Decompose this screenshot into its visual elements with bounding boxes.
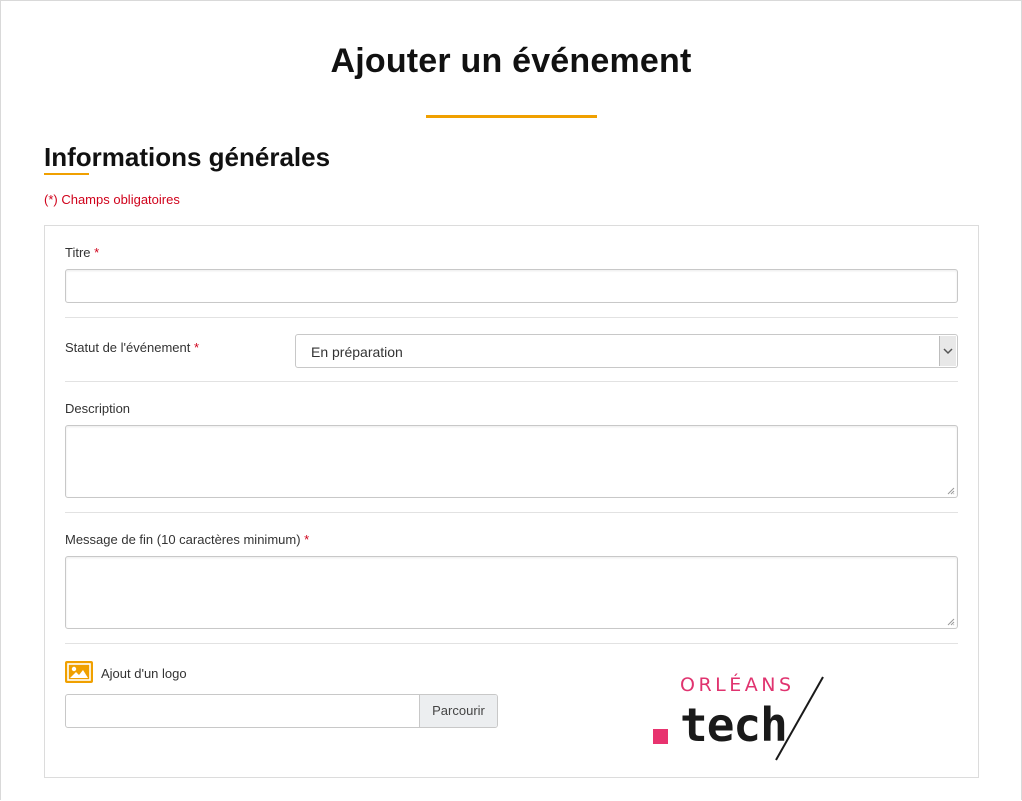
form-panel: Titre * Statut de l'événement * En prépa… — [44, 225, 979, 778]
statut-select[interactable]: En préparation — [295, 334, 958, 368]
browse-button[interactable]: Parcourir — [419, 695, 497, 727]
logo-file-input[interactable]: Parcourir — [65, 694, 498, 728]
message-fin-label: Message de fin (10 caractères minimum) * — [65, 532, 309, 547]
description-label: Description — [65, 401, 131, 416]
description-wrapper — [65, 425, 958, 498]
section-title: Informations générales — [44, 142, 331, 172]
titre-label: Titre * — [65, 245, 99, 260]
description-textarea[interactable] — [65, 425, 958, 498]
titre-label-text: Titre — [65, 245, 91, 260]
message-fin-wrapper — [65, 556, 958, 629]
title-underline — [426, 115, 597, 118]
required-star: * — [304, 532, 310, 547]
page-title: Ajouter un événement — [330, 42, 692, 80]
orleans-tech-logo: ORLÉANS tech — [650, 674, 830, 764]
logo-slash-icon — [775, 676, 824, 761]
statut-label: Statut de l'événement * — [65, 340, 199, 355]
divider — [65, 643, 958, 644]
message-fin-label-text: Message de fin (10 caractères minimum) — [65, 532, 301, 547]
divider — [65, 512, 958, 513]
statut-label-text: Statut de l'événement — [65, 340, 191, 355]
statut-selected-value: En préparation — [311, 344, 403, 360]
message-fin-textarea[interactable] — [65, 556, 958, 629]
required-fields-note: (*) Champs obligatoires — [44, 192, 180, 207]
chevron-down-icon[interactable] — [939, 336, 956, 366]
image-icon — [65, 661, 93, 683]
divider — [65, 317, 958, 318]
resize-grip-icon[interactable] — [947, 618, 955, 626]
section-underline — [44, 173, 89, 175]
divider — [65, 381, 958, 382]
required-star: * — [193, 340, 200, 355]
logo-label: Ajout d'un logo — [101, 666, 187, 681]
titre-input[interactable] — [65, 269, 958, 303]
required-star: * — [94, 245, 100, 260]
resize-grip-icon[interactable] — [947, 487, 955, 495]
